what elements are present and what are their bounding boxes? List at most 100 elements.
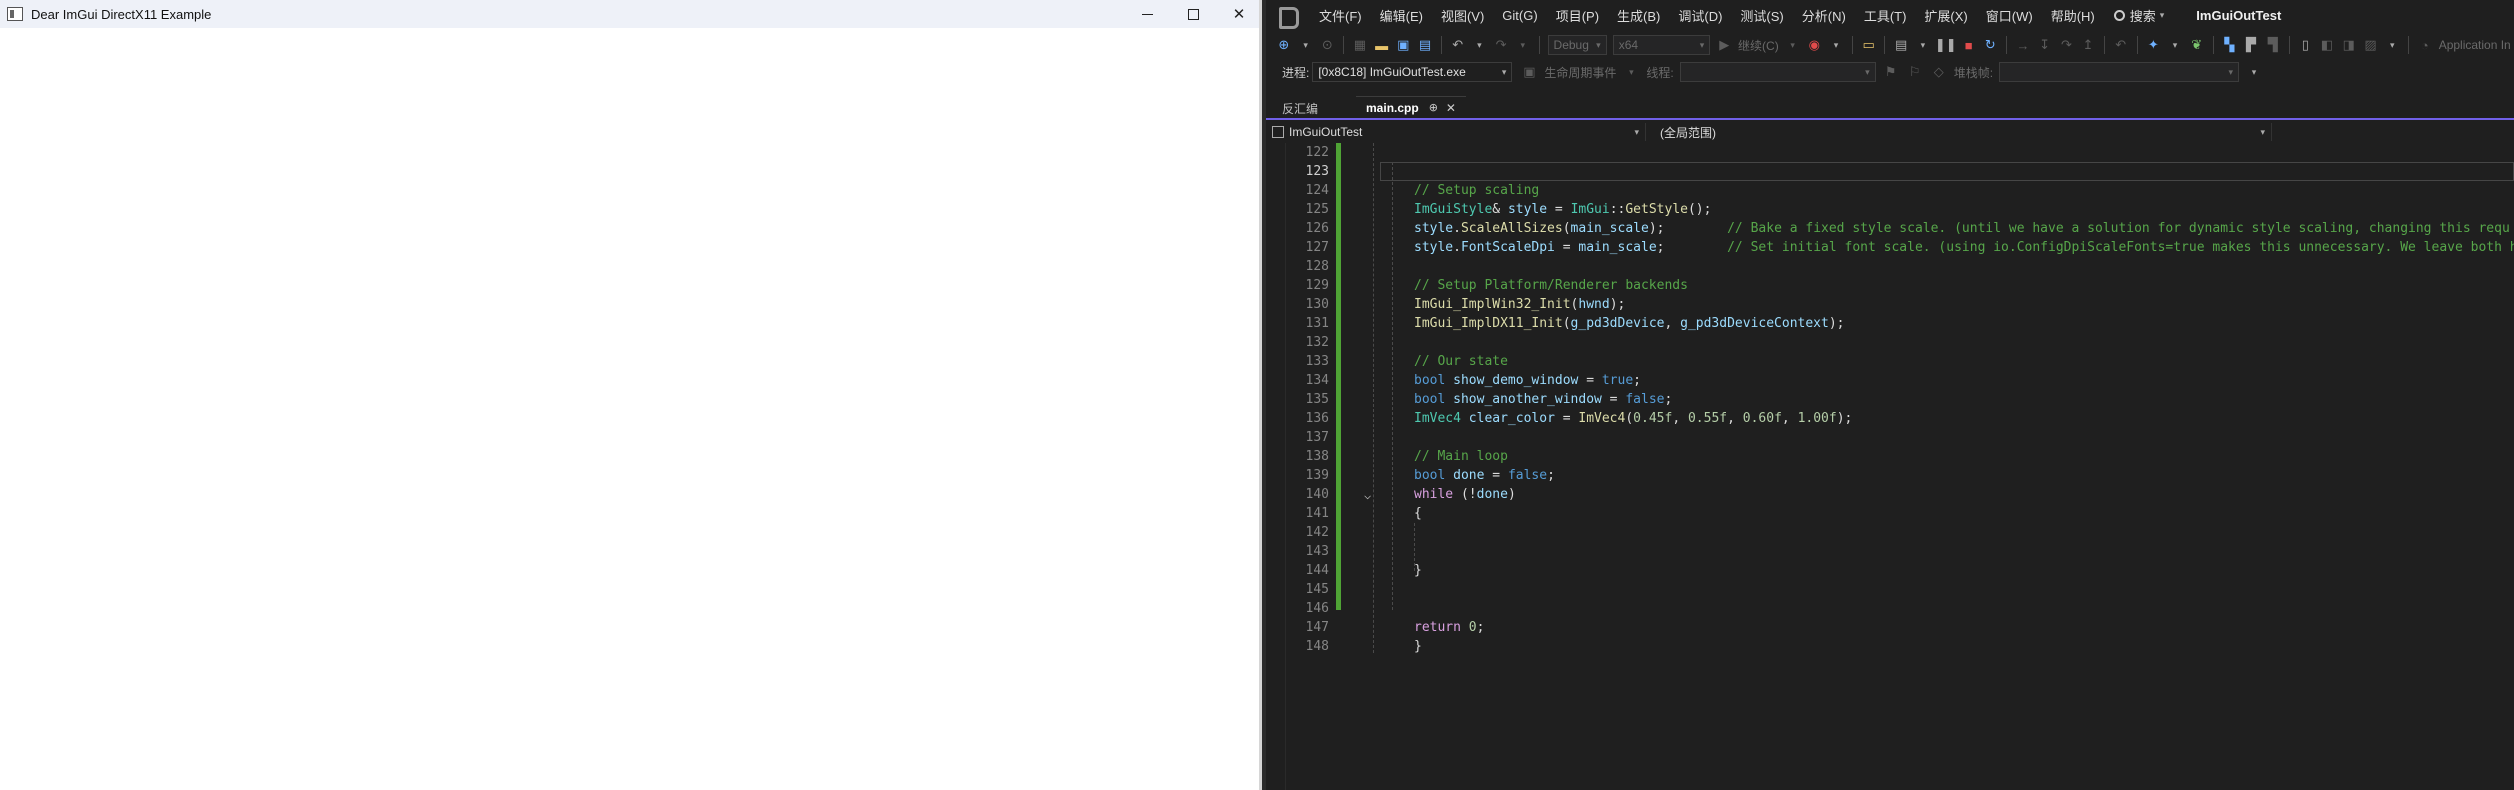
lifecycle-events-button[interactable]: 生命周期事件 (1544, 64, 1616, 81)
member-select[interactable] (2272, 123, 2514, 141)
code-editor[interactable]: 122 123 124 // Setup scaling 125 ImGuiStyle& … (1266, 143, 2514, 790)
lifecycle-dropdown-icon[interactable]: ▾ (1622, 63, 1640, 81)
hot-reload-dropdown-icon[interactable]: ▾ (1828, 36, 1844, 54)
open-folder-icon[interactable]: ▬ (1374, 36, 1390, 54)
code-line[interactable]: 147 return 0; (1266, 618, 2514, 637)
code-line[interactable]: 144} (1266, 561, 2514, 580)
diagnostic-dropdown-icon[interactable]: ▾ (1915, 36, 1931, 54)
tab-main-cpp[interactable]: main.cpp ⊕ ✕ (1356, 96, 1466, 118)
dropdown-icon[interactable]: ▾ (1298, 36, 1314, 54)
minimize-button[interactable] (1124, 0, 1170, 28)
code-line[interactable]: 135 bool show_another_window = false; (1266, 390, 2514, 409)
stack-frame-select[interactable]: ▾ (1999, 62, 2240, 82)
fold-toggle-icon[interactable]: ⌵ (1364, 488, 1371, 502)
toolbar2-overflow-icon[interactable]: ▾ (2245, 63, 2263, 81)
hot-reload-icon[interactable]: ◉ (1806, 36, 1822, 54)
menu-help[interactable]: 帮助(H) (2042, 6, 2104, 25)
code-line[interactable]: 127 style.FontScaleDpi = main_scale; // S… (1266, 238, 2514, 257)
menu-view[interactable]: 视图(V) (1432, 6, 1493, 25)
filter-thread-icon[interactable]: ⚐ (1906, 63, 1924, 81)
redo-dropdown-icon[interactable]: ▾ (1515, 36, 1531, 54)
bookmark-icon[interactable]: ▯ (2298, 36, 2314, 54)
code-line[interactable]: 130 ImGui_ImplWin32_Init(hwnd); (1266, 295, 2514, 314)
scope-select[interactable]: (全局范围) ▾ (1646, 123, 2272, 141)
close-icon[interactable]: ✕ (1446, 101, 1456, 115)
code-line[interactable]: 132 (1266, 333, 2514, 352)
code-line[interactable]: 143 (1266, 542, 2514, 561)
new-project-icon[interactable]: ▦ (1352, 36, 1368, 54)
menu-file[interactable]: 文件(F) (1310, 6, 1371, 25)
code-line[interactable]: 123 (1266, 162, 2514, 181)
menu-git[interactable]: Git(G) (1493, 8, 1546, 23)
visual-studio-logo-icon[interactable] (1276, 4, 1299, 29)
application-insights-button[interactable]: Application In (2439, 38, 2511, 52)
menu-window[interactable]: 窗口(W) (1977, 6, 2042, 25)
code-line[interactable]: 141 { (1266, 504, 2514, 523)
stop-debugging-icon[interactable]: ■ (1961, 36, 1977, 54)
code-line[interactable]: 122 (1266, 143, 2514, 162)
code-line[interactable]: 125 ImGuiStyle& style = ImGui::GetStyle()… (1266, 200, 2514, 219)
configuration-select[interactable]: Debug ▾ (1547, 35, 1607, 55)
flag-thread-icon[interactable]: ⚑ (1882, 63, 1900, 81)
save-icon[interactable]: ▣ (1395, 36, 1411, 54)
prev-bookmark-icon[interactable]: ◧ (2319, 36, 2335, 54)
search-button[interactable]: 搜索 ▾ (2113, 6, 2164, 25)
code-line[interactable]: 129 // Setup Platform/Renderer backends (1266, 276, 2514, 295)
code-line[interactable]: 134 bool show_demo_window = true; (1266, 371, 2514, 390)
show-next-statement-icon[interactable]: → (2015, 36, 2031, 54)
navigate-back-icon[interactable]: ⊕ (1276, 36, 1292, 54)
next-bookmark-icon[interactable]: ◨ (2341, 36, 2357, 54)
clear-bookmarks-icon[interactable]: ▨ (2363, 36, 2379, 54)
thread-select[interactable]: ▾ (1679, 62, 1876, 82)
break-all-icon[interactable]: ❚❚ (1935, 36, 1957, 54)
hex-display-icon[interactable]: ✦ (2145, 36, 2161, 54)
pin-icon[interactable]: ⊕ (1429, 101, 1438, 114)
code-line[interactable]: 142 (1266, 523, 2514, 542)
code-line[interactable]: 131 ImGui_ImplDX11_Init(g_pd3dDevice, g_p… (1266, 314, 2514, 333)
menu-tools[interactable]: 工具(T) (1855, 6, 1916, 25)
continue-dropdown-icon[interactable]: ▾ (1785, 36, 1801, 54)
lifecycle-events-icon[interactable]: ▣ (1520, 63, 1538, 81)
toolbar-overflow-icon[interactable]: ▾ (2384, 36, 2400, 54)
uncomment-icon[interactable]: ▛ (2243, 36, 2259, 54)
menu-extensions[interactable]: 扩展(X) (1915, 6, 1976, 25)
outdent-icon[interactable]: ▜ (2265, 36, 2281, 54)
hex-dropdown-icon[interactable]: ▾ (2167, 36, 2183, 54)
threads-icon[interactable]: ❦ (2189, 36, 2205, 54)
code-line[interactable]: 145 (1266, 580, 2514, 599)
code-line[interactable]: 124 // Setup scaling (1266, 181, 2514, 200)
project-select[interactable]: ImGuiOutTest ▾ (1266, 123, 1646, 141)
undo-dropdown-icon[interactable]: ▾ (1472, 36, 1488, 54)
tab-disassembly[interactable]: 反汇编 (1272, 96, 1328, 118)
code-line[interactable]: 139 bool done = false; (1266, 466, 2514, 485)
process-select[interactable]: [0x8C18] ImGuiOutTest.exe ▾ (1312, 62, 1513, 82)
browse-icon[interactable]: ▭ (1861, 36, 1877, 54)
step-into-icon[interactable]: ↧ (2037, 36, 2053, 54)
application-insights-icon[interactable]: ◔ (2417, 36, 2433, 54)
menu-build[interactable]: 生成(B) (1608, 6, 1669, 25)
menu-project[interactable]: 项目(P) (1547, 6, 1608, 25)
code-line[interactable]: 126 style.ScaleAllSizes(main_scale); // B… (1266, 219, 2514, 238)
continue-button[interactable]: 继续(C) (1738, 37, 1779, 54)
code-line[interactable]: 136 ImVec4 clear_color = ImVec4(0.45f, 0.… (1266, 409, 2514, 428)
menu-edit[interactable]: 编辑(E) (1371, 6, 1432, 25)
menu-test[interactable]: 测试(S) (1731, 6, 1792, 25)
code-line[interactable]: 140 ⌵ while (!done) (1266, 485, 2514, 504)
code-line[interactable]: 128 (1266, 257, 2514, 276)
comment-out-icon[interactable]: ▚ (2221, 36, 2237, 54)
diagnostic-tools-icon[interactable]: ▤ (1893, 36, 1909, 54)
restart-icon[interactable]: ↻ (1983, 36, 1999, 54)
code-line[interactable]: 138 // Main loop (1266, 447, 2514, 466)
code-line[interactable]: 148} (1266, 637, 2514, 656)
save-all-icon[interactable]: ▤ (1417, 36, 1433, 54)
maximize-button[interactable] (1170, 0, 1216, 28)
menu-analyze[interactable]: 分析(N) (1793, 6, 1855, 25)
redo-icon[interactable]: ↷ (1493, 36, 1509, 54)
show-external-icon[interactable]: ◇ (1930, 63, 1948, 81)
undo-icon[interactable]: ↶ (1450, 36, 1466, 54)
code-line[interactable]: 133 // Our state (1266, 352, 2514, 371)
close-button[interactable]: ✕ (1216, 0, 1262, 28)
step-over-icon[interactable]: ↷ (2059, 36, 2075, 54)
menu-debug[interactable]: 调试(D) (1669, 6, 1731, 25)
code-line[interactable]: 137 (1266, 428, 2514, 447)
